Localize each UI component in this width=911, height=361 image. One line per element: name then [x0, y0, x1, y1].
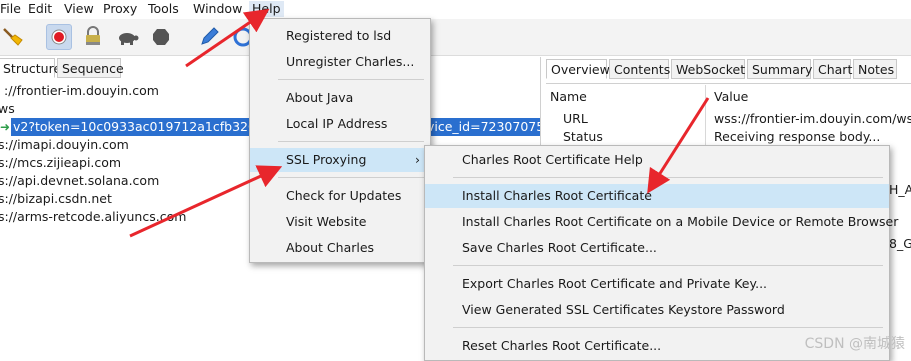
menu-item-label: Registered to lsd [286, 28, 392, 43]
help-menu: Registered to lsd Unregister Charles... … [249, 18, 431, 263]
menu-item-label: About Charles [286, 240, 375, 255]
submenu-item-install-root-cert[interactable]: Install Charles Root Certificate [425, 184, 889, 208]
edit-icon[interactable] [196, 24, 222, 50]
tree-item[interactable]: ws [0, 100, 15, 118]
tree-item[interactable]: s://imapi.douyin.com [0, 136, 129, 154]
menu-separator [278, 177, 424, 178]
watermark: CSDN @南城猿 [804, 336, 905, 352]
stop-icon[interactable] [148, 24, 174, 50]
tab-divider [546, 83, 911, 84]
menu-item-label: Reset Charles Root Certificate... [462, 338, 662, 353]
menu-item-label: SSL Proxying [286, 152, 367, 167]
menu-item-label: About Java [286, 90, 354, 105]
menu-item-label: Visit Website [286, 214, 367, 229]
tab-contents[interactable]: Contents [609, 59, 670, 79]
menu-item-label: Install Charles Root Certificate on a Mo… [462, 214, 899, 229]
menu-item-check-updates[interactable]: Check for Updates [250, 184, 430, 208]
menu-item-visit-website[interactable]: Visit Website [250, 210, 430, 234]
menu-item-about-charles[interactable]: About Charles [250, 236, 430, 260]
property-value-partial: H_AE [889, 182, 911, 197]
menu-item-label: Export Charles Root Certificate and Priv… [462, 276, 768, 291]
menu-item-registered[interactable]: Registered to lsd [250, 24, 430, 48]
column-header-value[interactable]: Value [714, 89, 748, 104]
submenu-item-install-mobile[interactable]: Install Charles Root Certificate on a Mo… [425, 210, 898, 234]
menu-window[interactable]: Window [193, 1, 242, 17]
tree-item[interactable]: s://arms-retcode.aliyuncs.com [0, 208, 186, 226]
menu-separator [453, 265, 883, 266]
tree-item-label: v2?token=10c0933ac019712a1cfb320ed [11, 118, 274, 136]
property-name: Status [563, 129, 603, 144]
expand-arrow-icon[interactable]: ➜ [0, 119, 10, 135]
tab-websocket[interactable]: WebSocket [671, 59, 745, 79]
menu-item-label: Save Charles Root Certificate... [462, 240, 657, 255]
tree-item[interactable]: ://frontier-im.douyin.com [4, 82, 159, 100]
menu-item-label: Install Charles Root Certificate [462, 188, 652, 203]
submenu-item-export-cert-key[interactable]: Export Charles Root Certificate and Priv… [425, 272, 889, 296]
turtle-icon[interactable] [114, 24, 140, 50]
submenu-arrow-icon: › [415, 152, 420, 167]
tab-structure[interactable]: Structure [0, 58, 61, 78]
throttle-icon[interactable] [80, 24, 106, 50]
tab-summary[interactable]: Summary [747, 59, 812, 79]
menu-edit[interactable]: Edit [28, 1, 52, 17]
property-name: URL [563, 111, 588, 126]
tab-sequence[interactable]: Sequence [57, 58, 124, 78]
submenu-item-save-root-cert[interactable]: Save Charles Root Certificate... [425, 236, 889, 260]
menu-tools[interactable]: Tools [148, 1, 179, 17]
menu-item-label: Charles Root Certificate Help [462, 152, 643, 167]
tab-notes[interactable]: Notes [853, 59, 897, 79]
menu-item-label: Unregister Charles... [286, 54, 415, 69]
menu-separator [278, 141, 424, 142]
menu-item-unregister[interactable]: Unregister Charles... [250, 50, 430, 74]
menu-item-label: Check for Updates [286, 188, 402, 203]
menu-item-local-ip[interactable]: Local IP Address [250, 112, 430, 136]
menu-item-ssl-proxying[interactable]: SSL Proxying › [250, 148, 430, 172]
tree-item[interactable]: s://mcs.zijieapi.com [0, 154, 121, 172]
record-icon[interactable] [46, 24, 72, 50]
menu-item-about-java[interactable]: About Java [250, 86, 430, 110]
submenu-item-keystore-password[interactable]: View Generated SSL Certificates Keystore… [425, 298, 889, 322]
property-value-partial: 8_G [889, 236, 911, 251]
menu-separator [453, 177, 883, 178]
tree-item-label-tail: vice_id=72307075 [425, 118, 547, 136]
column-header-name[interactable]: Name [550, 89, 587, 104]
tab-overview[interactable]: Overview [546, 59, 610, 79]
menu-separator [278, 79, 424, 80]
toolbar [0, 19, 911, 56]
menu-view[interactable]: View [64, 1, 94, 17]
menu-item-label: Local IP Address [286, 116, 388, 131]
broom-icon[interactable] [0, 24, 26, 50]
menu-file[interactable]: File [0, 1, 21, 17]
menu-bar: File Edit View Proxy Tools Window Help [0, 0, 911, 18]
menu-item-label: View Generated SSL Certificates Keystore… [462, 302, 785, 317]
ssl-proxying-submenu: Charles Root Certificate Help Install Ch… [424, 145, 898, 361]
submenu-item-root-cert-help[interactable]: Charles Root Certificate Help [425, 148, 889, 172]
property-value: wss://frontier-im.douyin.com/ws/v [714, 111, 911, 126]
menu-separator [453, 327, 883, 328]
menu-proxy[interactable]: Proxy [103, 1, 137, 17]
menu-help[interactable]: Help [249, 1, 284, 17]
property-value: Receiving response body... [714, 129, 881, 144]
tree-item[interactable]: s://api.devnet.solana.com [0, 172, 159, 190]
tree-item[interactable]: s://bizapi.csdn.net [0, 190, 112, 208]
tab-chart[interactable]: Chart [813, 59, 852, 79]
